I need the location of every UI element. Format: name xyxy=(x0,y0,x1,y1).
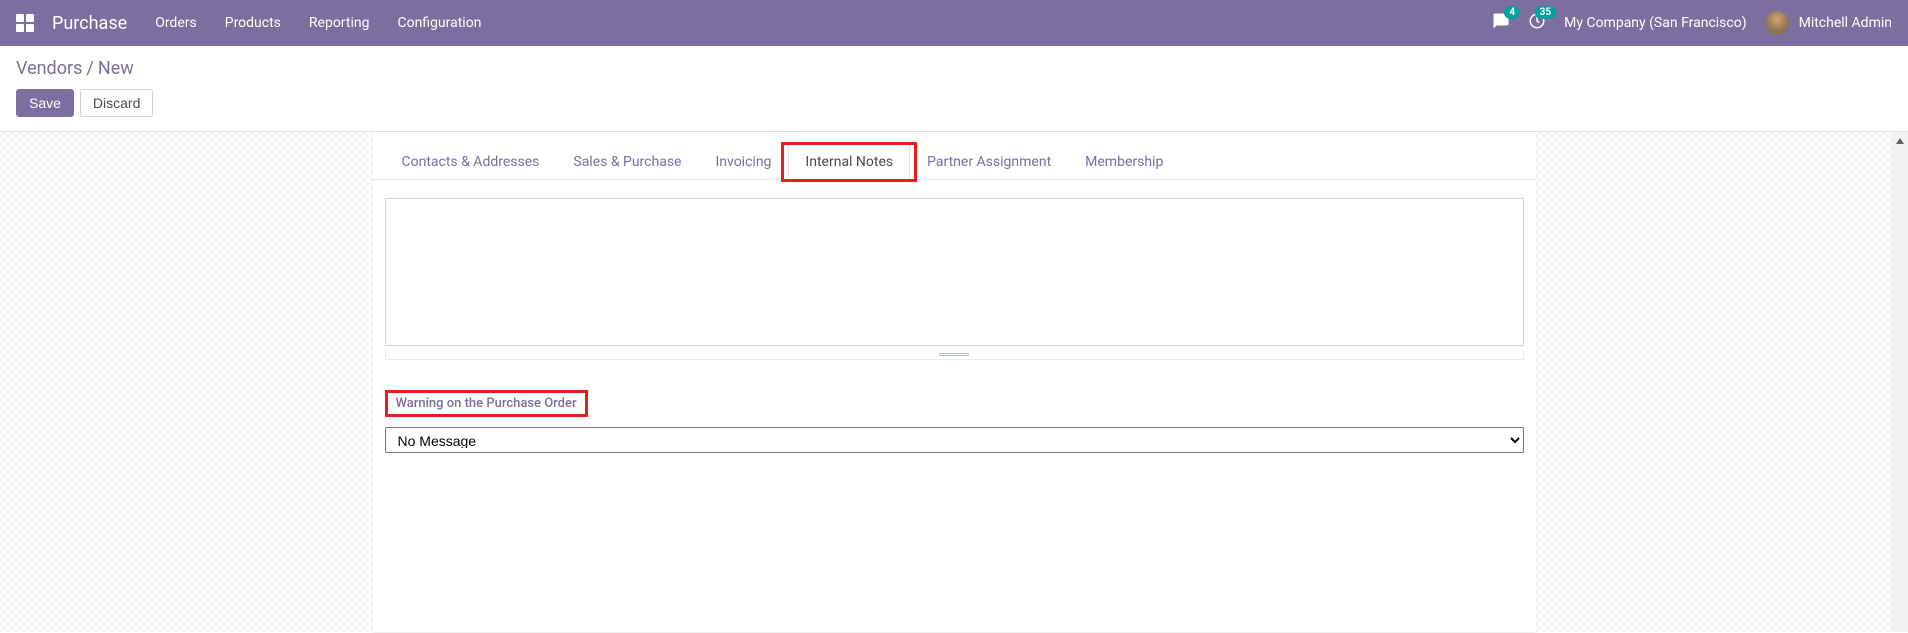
top-navbar: Purchase Orders Products Reporting Confi… xyxy=(0,0,1908,46)
tab-partner-assignment[interactable]: Partner Assignment xyxy=(910,144,1068,180)
company-selector[interactable]: My Company (San Francisco) xyxy=(1564,15,1746,31)
tabs-row: Contacts & Addresses Sales & Purchase In… xyxy=(373,132,1536,180)
navbar-right: 4 35 My Company (San Francisco) Mitchell… xyxy=(1492,11,1892,35)
navbar-menu: Orders Products Reporting Configuration xyxy=(155,15,481,31)
scrollbar[interactable] xyxy=(1891,132,1908,632)
menu-orders[interactable]: Orders xyxy=(155,15,197,31)
discard-button[interactable]: Discard xyxy=(80,89,153,117)
chat-icon[interactable]: 4 xyxy=(1492,12,1510,34)
tab-invoicing[interactable]: Invoicing xyxy=(698,144,788,180)
warning-section-label: Warning on the Purchase Order xyxy=(385,390,588,417)
menu-products[interactable]: Products xyxy=(225,15,281,31)
activity-icon[interactable]: 35 xyxy=(1528,12,1546,34)
scrollbar-up-arrow[interactable] xyxy=(1891,132,1908,149)
main-wrapper: Contacts & Addresses Sales & Purchase In… xyxy=(0,132,1908,632)
tab-content: Warning on the Purchase Order No Message xyxy=(373,180,1536,471)
avatar xyxy=(1765,11,1789,35)
breadcrumb-separator: / xyxy=(86,58,93,79)
breadcrumb: Vendors/New xyxy=(16,58,1892,79)
app-brand[interactable]: Purchase xyxy=(52,13,127,34)
control-panel: Vendors/New Save Discard xyxy=(0,46,1908,132)
tab-internal-notes[interactable]: Internal Notes xyxy=(788,144,910,180)
menu-reporting[interactable]: Reporting xyxy=(309,15,370,31)
action-buttons: Save Discard xyxy=(16,89,1892,117)
save-button[interactable]: Save xyxy=(16,89,74,117)
tab-membership[interactable]: Membership xyxy=(1068,144,1180,180)
resize-handle[interactable] xyxy=(385,350,1524,360)
chat-badge: 4 xyxy=(1504,6,1520,19)
activity-badge: 35 xyxy=(1535,6,1556,19)
menu-configuration[interactable]: Configuration xyxy=(397,15,481,31)
apps-icon[interactable] xyxy=(16,14,34,32)
user-name: Mitchell Admin xyxy=(1799,15,1892,31)
breadcrumb-parent[interactable]: Vendors xyxy=(16,58,82,79)
breadcrumb-current: New xyxy=(98,58,134,79)
tab-sales-purchase[interactable]: Sales & Purchase xyxy=(556,144,698,180)
form-sheet: Contacts & Addresses Sales & Purchase In… xyxy=(373,132,1536,632)
internal-notes-textarea[interactable] xyxy=(385,198,1524,346)
tab-contacts-addresses[interactable]: Contacts & Addresses xyxy=(385,144,557,180)
user-menu[interactable]: Mitchell Admin xyxy=(1765,11,1892,35)
warning-select[interactable]: No Message xyxy=(385,427,1524,453)
